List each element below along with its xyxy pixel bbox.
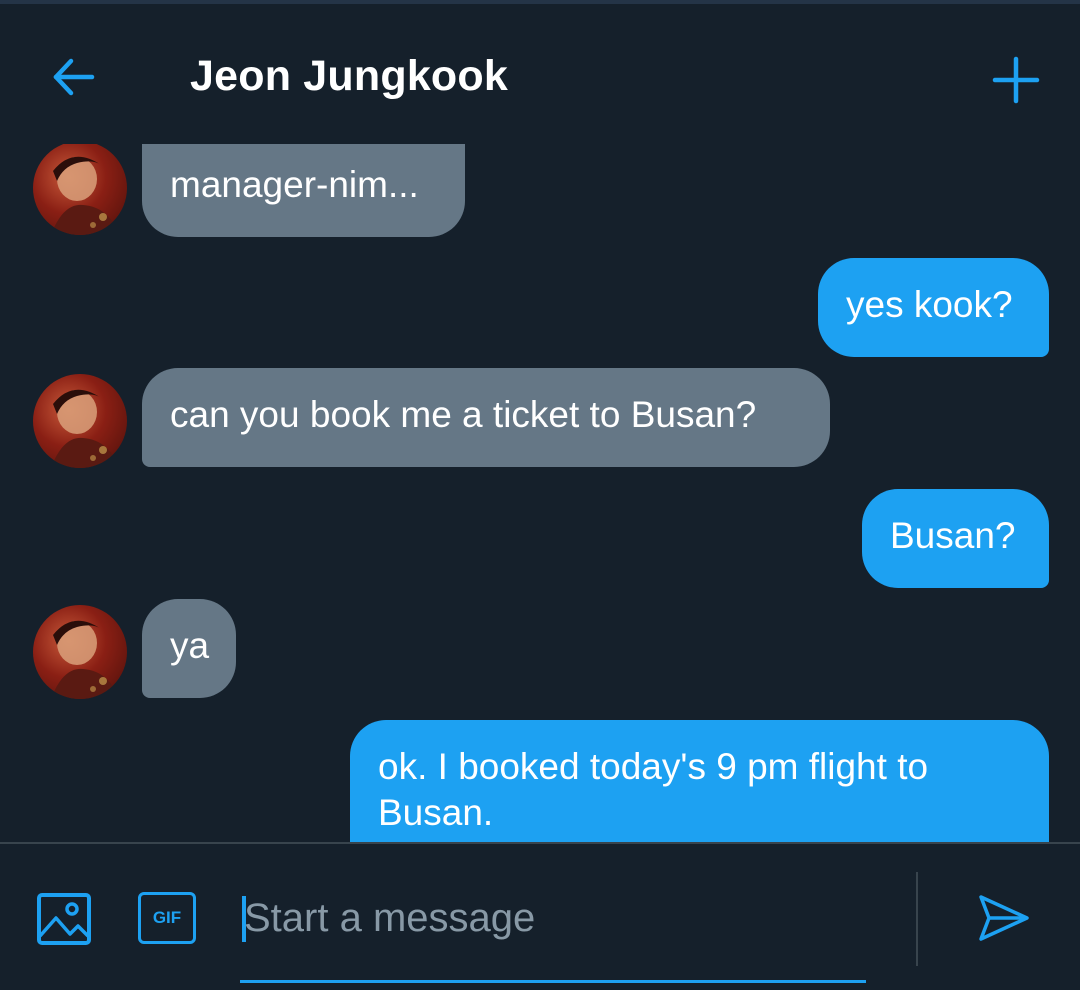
- avatar-photo: [51, 620, 119, 699]
- message-bubble-sent[interactable]: Busan?: [862, 489, 1049, 588]
- message-bubble-received[interactable]: ya: [142, 599, 236, 698]
- message-input-wrap: [240, 884, 866, 984]
- back-button[interactable]: [44, 48, 102, 106]
- message-text: Busan?: [890, 515, 1016, 556]
- message-bubble-sent[interactable]: ok. I booked today's 9 pm flight to Busa…: [350, 720, 1049, 842]
- message-input[interactable]: [240, 884, 866, 952]
- dm-conversation-screen: Jeon Jungkook manager-nim... yes kook? c…: [0, 0, 1080, 990]
- message-text: can you book me a ticket to Busan?: [170, 394, 757, 435]
- composer-separator: [916, 872, 918, 966]
- add-image-button[interactable]: [34, 890, 94, 948]
- input-underline: [240, 980, 866, 983]
- message-bubble-received[interactable]: manager-nim...: [142, 144, 465, 237]
- message-text: manager-nim...: [170, 164, 419, 205]
- message-bubble-sent[interactable]: yes kook?: [818, 258, 1049, 357]
- conversation-title: Jeon Jungkook: [190, 52, 508, 100]
- plus-icon: [992, 56, 1040, 104]
- message-text-line: Busan.: [378, 792, 494, 833]
- conversation-header: Jeon Jungkook: [0, 4, 1080, 144]
- avatar[interactable]: [33, 374, 127, 468]
- image-icon: [37, 893, 91, 945]
- gif-label: GIF: [152, 908, 182, 927]
- avatar[interactable]: [33, 144, 127, 235]
- message-text: yes kook?: [846, 284, 1013, 325]
- message-text: ya: [170, 625, 210, 666]
- message-list[interactable]: manager-nim... yes kook? can you book me…: [0, 144, 1080, 842]
- send-button[interactable]: [972, 888, 1036, 948]
- message-bubble-received[interactable]: can you book me a ticket to Busan?: [142, 368, 830, 467]
- avatar-photo: [51, 156, 119, 235]
- text-cursor: [242, 896, 246, 942]
- message-text-line: ok. I booked today's 9 pm flight to: [378, 746, 929, 787]
- avatar-photo: [51, 389, 119, 468]
- send-icon: [979, 895, 1029, 941]
- arrow-left-icon: [53, 58, 95, 96]
- add-gif-button[interactable]: GIF: [138, 892, 196, 944]
- avatar[interactable]: [33, 605, 127, 699]
- new-message-button[interactable]: [986, 50, 1046, 110]
- message-composer: GIF: [0, 844, 1080, 990]
